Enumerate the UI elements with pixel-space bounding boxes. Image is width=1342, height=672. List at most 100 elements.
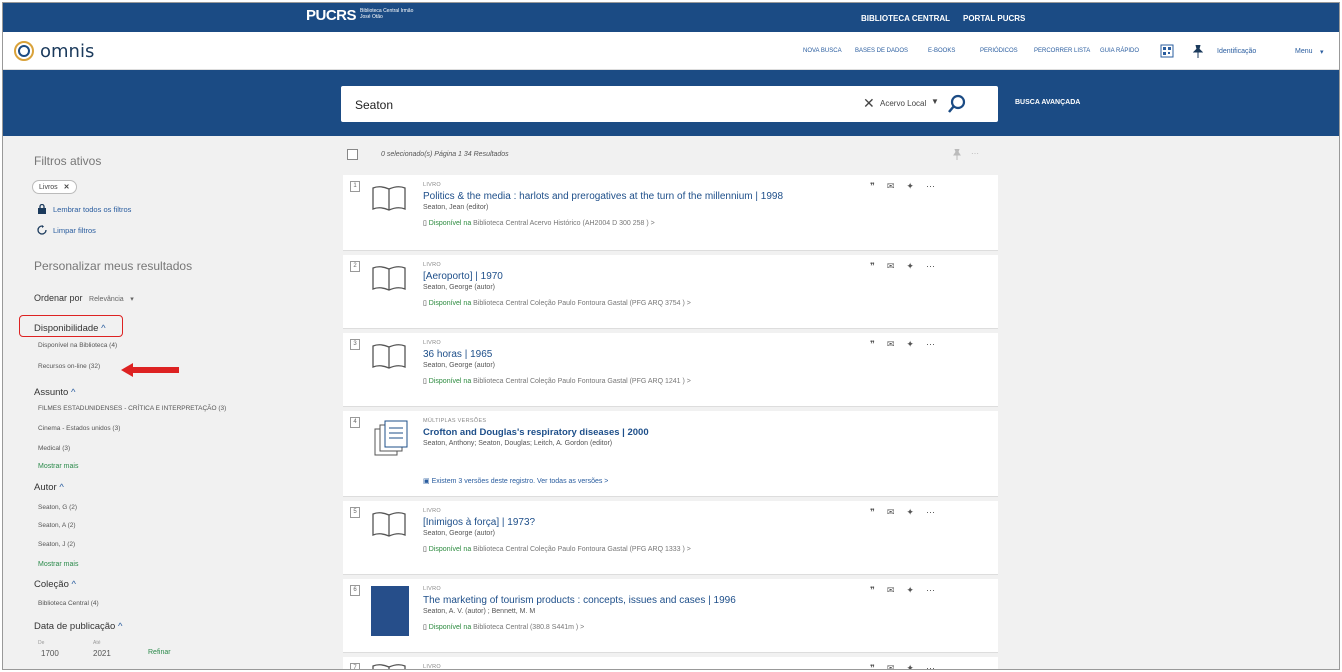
- sort-caret-icon[interactable]: ▾: [130, 296, 134, 303]
- result-title[interactable]: [Inimigos à força] | 1973?: [423, 517, 535, 528]
- availability[interactable]: ▯ Disponível na Biblioteca Central (380.…: [423, 623, 584, 631]
- email-icon[interactable]: ✉: [887, 181, 895, 192]
- email-icon[interactable]: ✉: [887, 663, 895, 669]
- search-input[interactable]: Seaton: [355, 98, 393, 112]
- result-card[interactable]: 6 LIVRO The marketing of tourism product…: [343, 579, 998, 653]
- facet-item[interactable]: Cinema - Estados unidos (3): [38, 425, 120, 432]
- result-title[interactable]: The marketing of tourism products : conc…: [423, 595, 736, 606]
- availability[interactable]: ▯ Disponível na Biblioteca Central Coleç…: [423, 377, 691, 385]
- sort-value[interactable]: Relevância: [89, 296, 124, 303]
- availability[interactable]: ▯ Disponível na Biblioteca Central Coleç…: [423, 545, 691, 553]
- more-icon[interactable]: ⋯: [926, 585, 935, 596]
- select-all-checkbox[interactable]: [347, 149, 358, 160]
- date-from-input[interactable]: 1700: [41, 649, 59, 658]
- result-title[interactable]: Politics & the media : harlots and prero…: [423, 191, 783, 202]
- menu-caret-icon[interactable]: ▾: [1320, 48, 1324, 56]
- result-author[interactable]: Seaton, George (autor): [423, 284, 495, 291]
- result-author[interactable]: Seaton, Jean (editor): [423, 204, 488, 211]
- omnis-logo-icon[interactable]: [13, 40, 35, 62]
- versions-link[interactable]: ▣ Existem 3 versões deste registro. Ver …: [423, 477, 608, 485]
- nav-percorrer-lista[interactable]: PERCORRER LISTA: [1034, 48, 1090, 54]
- quote-icon[interactable]: ❞: [870, 507, 875, 518]
- facet-item[interactable]: Seaton, J (2): [38, 541, 75, 548]
- remove-chip-icon[interactable]: ✕: [64, 184, 70, 191]
- pin-icon[interactable]: ✦: [906, 663, 914, 669]
- pin-icon[interactable]: ✦: [906, 507, 914, 518]
- result-card[interactable]: 2 LIVRO [Aeroporto] | 1970 Seaton, Georg…: [343, 255, 998, 329]
- facet-autor[interactable]: Autor ^: [34, 482, 64, 493]
- pin-icon[interactable]: ✦: [906, 181, 914, 192]
- result-title[interactable]: [Aeroporto] | 1970: [423, 271, 503, 282]
- scope-select[interactable]: Acervo Local: [880, 99, 926, 108]
- pucrs-logo[interactable]: PUCRS: [306, 7, 357, 24]
- nav-bases-de-dados[interactable]: BASES DE DADOS: [855, 48, 908, 54]
- more-icon[interactable]: ⋯: [926, 339, 935, 350]
- search-icon[interactable]: [946, 93, 968, 115]
- biblioteca-central-link[interactable]: BIBLIOTECA CENTRAL: [861, 14, 950, 23]
- more-icon[interactable]: ⋯: [926, 507, 935, 518]
- clear-icon[interactable]: ✕: [863, 95, 875, 112]
- identificacao-link[interactable]: Identificação: [1217, 48, 1256, 55]
- quote-icon[interactable]: ❞: [870, 181, 875, 192]
- more-icon[interactable]: ⋯: [971, 149, 979, 158]
- more-icon[interactable]: ⋯: [926, 261, 935, 272]
- nav-e-books[interactable]: E-BOOKS: [928, 48, 955, 54]
- clear-filters-link[interactable]: Limpar filtros: [37, 225, 96, 235]
- result-title[interactable]: 36 horas | 1965: [423, 349, 492, 360]
- facet-item[interactable]: Seaton, A (2): [38, 522, 76, 529]
- sort-control[interactable]: Ordenar por Relevância ▾: [34, 293, 134, 303]
- advanced-search-link[interactable]: BUSCA AVANÇADA: [1015, 99, 1080, 106]
- result-author[interactable]: Seaton, George (autor): [423, 530, 495, 537]
- facet-item[interactable]: Seaton, G (2): [38, 504, 77, 511]
- availability[interactable]: ▯ Disponível na Biblioteca Central Coleç…: [423, 299, 691, 307]
- result-card[interactable]: 7 LIVRO ❞ ✉ ✦ ⋯: [343, 657, 998, 669]
- pin-icon[interactable]: ✦: [906, 261, 914, 272]
- scope-caret-icon[interactable]: ▼: [931, 97, 939, 106]
- quote-icon[interactable]: ❞: [870, 339, 875, 350]
- result-title[interactable]: Crofton and Douglas's respiratory diseas…: [423, 427, 649, 438]
- email-icon[interactable]: ✉: [887, 507, 895, 518]
- email-icon[interactable]: ✉: [887, 261, 895, 272]
- facet-item[interactable]: Disponível na Biblioteca (4): [38, 342, 117, 349]
- more-icon[interactable]: ⋯: [926, 181, 935, 192]
- omnis-brand[interactable]: omnis: [40, 41, 94, 62]
- pin-icon[interactable]: ✦: [906, 585, 914, 596]
- facet-item-online[interactable]: Recursos on-line (32): [38, 363, 100, 370]
- result-author[interactable]: Seaton, A. V. (autor) ; Bennett, M. M: [423, 608, 535, 615]
- facet-item[interactable]: Biblioteca Central (4): [38, 600, 99, 607]
- pin-icon[interactable]: ✦: [906, 339, 914, 350]
- quote-icon[interactable]: ❞: [870, 585, 875, 596]
- nav-guia-rapido[interactable]: GUIA RÁPIDO: [1100, 48, 1139, 54]
- result-card[interactable]: 5 LIVRO [Inimigos à força] | 1973? Seato…: [343, 501, 998, 575]
- refine-button[interactable]: Refinar: [148, 649, 171, 656]
- facet-data[interactable]: Data de publicação ^: [34, 621, 122, 632]
- facet-item[interactable]: Medical (3): [38, 445, 70, 452]
- pin-icon[interactable]: [953, 149, 961, 160]
- email-icon[interactable]: ✉: [887, 339, 895, 350]
- remember-filters-link[interactable]: Lembrar todos os filtros: [37, 204, 131, 214]
- nav-nova-busca[interactable]: NOVA BUSCA: [803, 48, 842, 54]
- pin-icon[interactable]: [1193, 45, 1203, 58]
- result-card[interactable]: 1 LIVRO Politics & the media : harlots a…: [343, 175, 998, 251]
- result-author[interactable]: Seaton, George (autor): [423, 362, 495, 369]
- email-icon[interactable]: ✉: [887, 585, 895, 596]
- result-card[interactable]: 4 MÚLTIPLAS VERSÕES Crofton and Douglas'…: [343, 411, 998, 497]
- filter-chip-livros[interactable]: Livros ✕: [32, 180, 77, 194]
- result-card[interactable]: 3 LIVRO 36 horas | 1965 Seaton, George (…: [343, 333, 998, 407]
- availability[interactable]: ▯ Disponível na Biblioteca Central Acerv…: [423, 219, 655, 227]
- qr-code-icon[interactable]: [1160, 44, 1174, 58]
- more-icon[interactable]: ⋯: [926, 663, 935, 669]
- portal-pucrs-link[interactable]: PORTAL PUCRS: [963, 14, 1025, 23]
- quote-icon[interactable]: ❞: [870, 261, 875, 272]
- date-to-input[interactable]: 2021: [93, 649, 111, 658]
- facet-item[interactable]: FILMES ESTADUNIDENSES - CRÍTICA E INTERP…: [38, 405, 226, 412]
- show-more-link[interactable]: Mostrar mais: [38, 463, 78, 470]
- quote-icon[interactable]: ❞: [870, 663, 875, 669]
- show-more-link[interactable]: Mostrar mais: [38, 561, 78, 568]
- facet-disponibilidade[interactable]: Disponibilidade ^: [34, 323, 106, 334]
- menu-button[interactable]: Menu: [1295, 48, 1313, 55]
- facet-assunto[interactable]: Assunto ^: [34, 387, 75, 398]
- nav-periodicos[interactable]: PERIÓDICOS: [980, 48, 1018, 54]
- book-cover-image[interactable]: [371, 586, 409, 636]
- facet-colecao[interactable]: Coleção ^: [34, 579, 76, 590]
